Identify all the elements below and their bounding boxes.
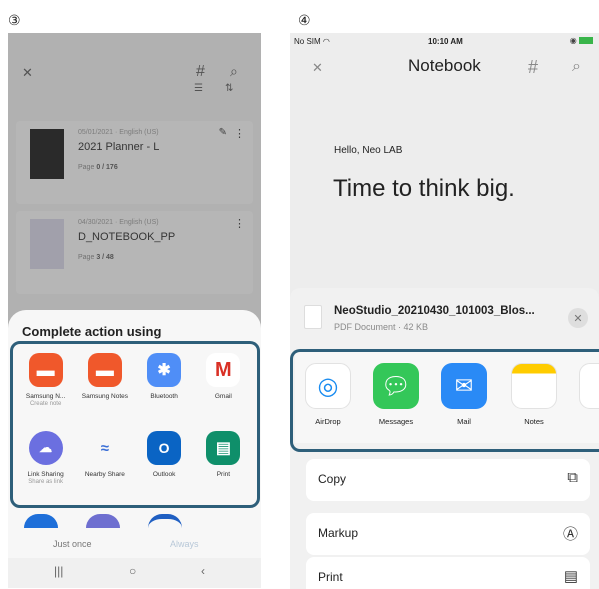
close-icon[interactable]: ✕ <box>568 308 588 328</box>
highlight-box <box>10 341 260 508</box>
home-icon[interactable]: ○ <box>129 564 136 578</box>
markup-icon: Ⓐ <box>562 526 578 543</box>
copy-icon: ⧉ <box>567 469 578 486</box>
app-icon-partial[interactable] <box>148 514 182 528</box>
app-icon-partial[interactable] <box>24 514 58 528</box>
recents-icon[interactable]: ||| <box>54 564 63 578</box>
action-markup[interactable]: Markup Ⓐ <box>306 513 590 555</box>
highlight-box <box>290 349 599 452</box>
action-copy[interactable]: Copy ⧉ <box>306 459 590 501</box>
file-name: NeoStudio_20210430_101003_Blos... <box>334 305 535 317</box>
action-label: Markup <box>318 526 359 540</box>
action-label: Copy <box>318 472 347 486</box>
pen-off-icon[interactable]: ✕ <box>312 60 323 76</box>
always-button[interactable]: Always <box>170 539 199 549</box>
page-title: Notebook <box>408 56 481 75</box>
sheet-actions: Just once Always <box>8 536 261 558</box>
wifi-icon: ◠ <box>322 37 330 46</box>
action-print[interactable]: Print ▤ <box>306 557 590 589</box>
greeting-text: Hello, Neo LAB <box>334 145 403 156</box>
android-nav-bar: ||| ○ ‹ <box>8 558 261 588</box>
back-icon[interactable]: ‹ <box>201 564 205 578</box>
headline-text: Time to think big. <box>333 175 515 202</box>
carrier-label: No SIM ◠ <box>294 37 330 46</box>
battery-icon: ◉ <box>570 36 593 45</box>
hashtag-icon[interactable]: # <box>528 57 538 78</box>
app-icon-partial[interactable] <box>86 514 120 528</box>
step-label-4: ④ <box>298 12 311 28</box>
ios-screen: No SIM ◠ 10:10 AM ◉ ✕ Notebook # ⌕ Hello… <box>290 33 599 589</box>
search-icon[interactable]: ⌕ <box>572 58 581 76</box>
status-bar: No SIM ◠ 10:10 AM ◉ <box>290 33 599 51</box>
file-meta: PDF Document · 42 KB <box>334 322 429 332</box>
step-label-3: ③ <box>8 12 21 28</box>
status-time: 10:10 AM <box>428 37 463 46</box>
print-icon: ▤ <box>563 568 578 585</box>
action-label: Print <box>318 570 343 584</box>
pdf-file-icon <box>304 305 322 329</box>
ios-nav-bar: ✕ Notebook # ⌕ <box>290 51 599 85</box>
sheet-title: Complete action using <box>22 324 162 339</box>
just-once-button[interactable]: Just once <box>53 539 92 549</box>
